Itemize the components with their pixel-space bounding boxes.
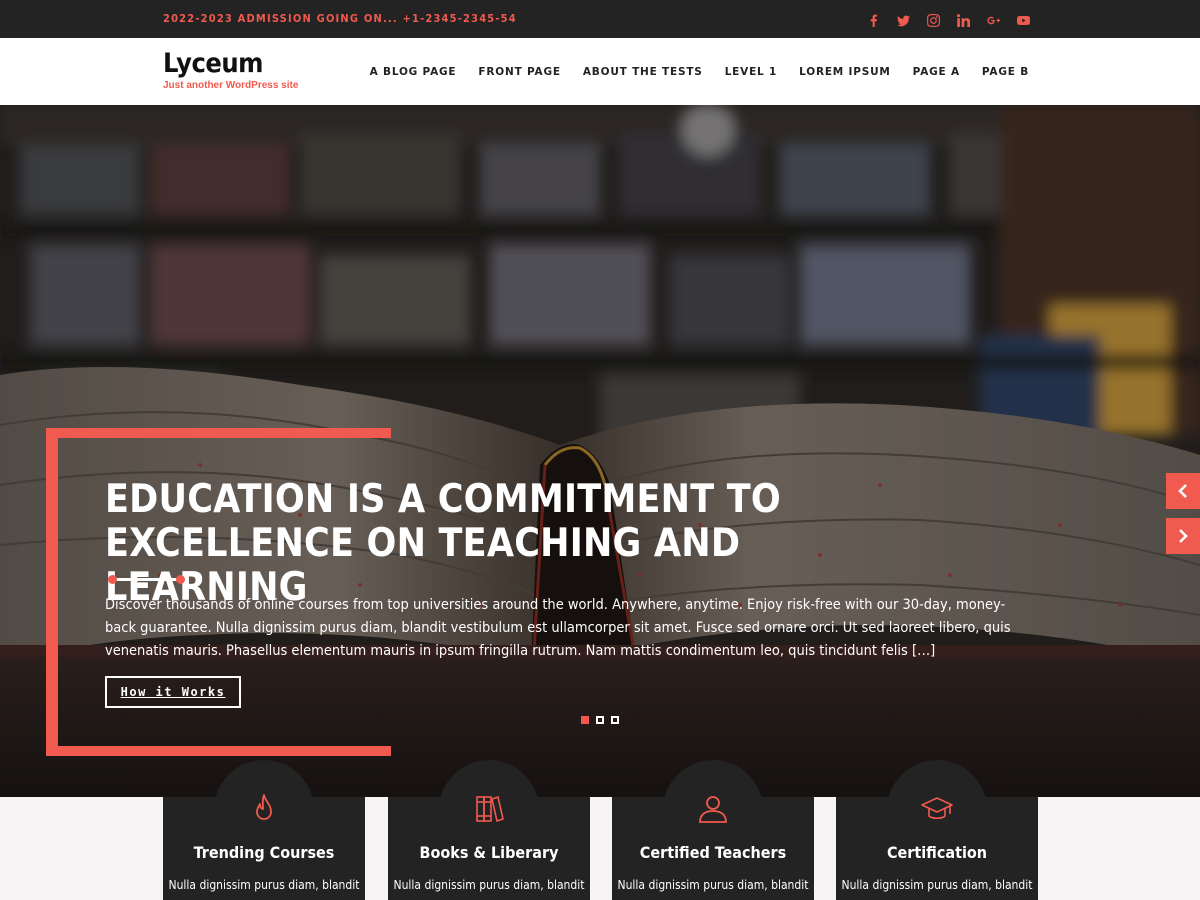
youtube-icon[interactable] [1008, 11, 1038, 29]
feature-card-certification[interactable]: Certification Nulla dignissim purus diam… [836, 760, 1038, 900]
site-header: Lyceum Just another WordPress site A BLO… [0, 38, 1200, 105]
feature-card-certified-teachers[interactable]: Certified Teachers Nulla dignissim purus… [612, 760, 814, 900]
linkedin-icon[interactable] [948, 11, 978, 29]
top-bar: 2022-2023 ADMISSION GOING ON... +1-2345-… [0, 0, 1200, 38]
hero-frame-left [46, 428, 58, 756]
hero-title: EDUCATION IS A COMMITMENT TO EXCELLENCE … [105, 477, 781, 610]
hero-divider-dot [108, 575, 117, 584]
user-icon [693, 789, 733, 829]
google-plus-icon[interactable] [978, 11, 1008, 29]
site-tagline: Just another WordPress site [163, 80, 299, 91]
chevron-left-icon [1178, 484, 1187, 498]
hero-description: Discover thousands of online courses fro… [105, 597, 1011, 659]
site-title[interactable]: Lyceum [163, 48, 263, 79]
nav-item-lorem-ipsum[interactable]: LOREM IPSUM [799, 66, 891, 78]
hero-frame-bottom [46, 746, 391, 756]
feature-text: Nulla dignissim purus diam, blandit [168, 878, 360, 892]
slide-dot-1[interactable] [581, 716, 589, 724]
slide-dot-2[interactable] [596, 716, 604, 724]
main-nav: A BLOG PAGE FRONT PAGE ABOUT THE TESTS L… [370, 66, 1029, 78]
books-icon [469, 789, 509, 829]
how-it-works-button[interactable]: How it Works [105, 676, 241, 708]
nav-item-page-a[interactable]: PAGE A [913, 66, 960, 78]
fire-icon [244, 789, 284, 829]
feature-card-trending-courses[interactable]: Trending Courses Nulla dignissim purus d… [163, 760, 365, 900]
instagram-icon[interactable] [918, 11, 948, 29]
feature-text: Nulla dignissim purus diam, blandit [841, 878, 1033, 892]
feature-title: Trending Courses [193, 843, 335, 862]
twitter-icon[interactable] [888, 11, 918, 29]
feature-card-books-liberary[interactable]: Books & Liberary Nulla dignissim purus d… [388, 760, 590, 900]
social-links [858, 11, 1038, 29]
slider-next-button[interactable] [1166, 518, 1200, 554]
nav-item-page-b[interactable]: PAGE B [982, 66, 1029, 78]
slide-dot-3[interactable] [611, 716, 619, 724]
feature-text: Nulla dignissim purus diam, blandit [393, 878, 585, 892]
hero-divider-dot [176, 575, 185, 584]
feature-title: Certification [886, 843, 988, 862]
admission-notice: 2022-2023 ADMISSION GOING ON... +1-2345-… [163, 12, 517, 25]
feature-title: Certified Teachers [639, 843, 787, 862]
nav-item-front-page[interactable]: FRONT PAGE [478, 66, 560, 78]
slider-pagination [581, 716, 619, 724]
slider-prev-button[interactable] [1166, 473, 1200, 509]
feature-title: Books & Liberary [419, 843, 559, 862]
feature-text: Nulla dignissim purus diam, blandit [617, 878, 809, 892]
nav-item-about-the-tests[interactable]: ABOUT THE TESTS [583, 66, 703, 78]
graduation-cap-icon [917, 789, 957, 829]
hero-frame-top [46, 428, 391, 438]
facebook-icon[interactable] [858, 11, 888, 29]
hero-divider [113, 578, 181, 581]
hero-slider: EDUCATION IS A COMMITMENT TO EXCELLENCE … [0, 105, 1200, 797]
nav-item-level-1[interactable]: LEVEL 1 [725, 66, 777, 78]
chevron-right-icon [1179, 529, 1188, 543]
nav-item-blog-page[interactable]: A BLOG PAGE [370, 66, 457, 78]
